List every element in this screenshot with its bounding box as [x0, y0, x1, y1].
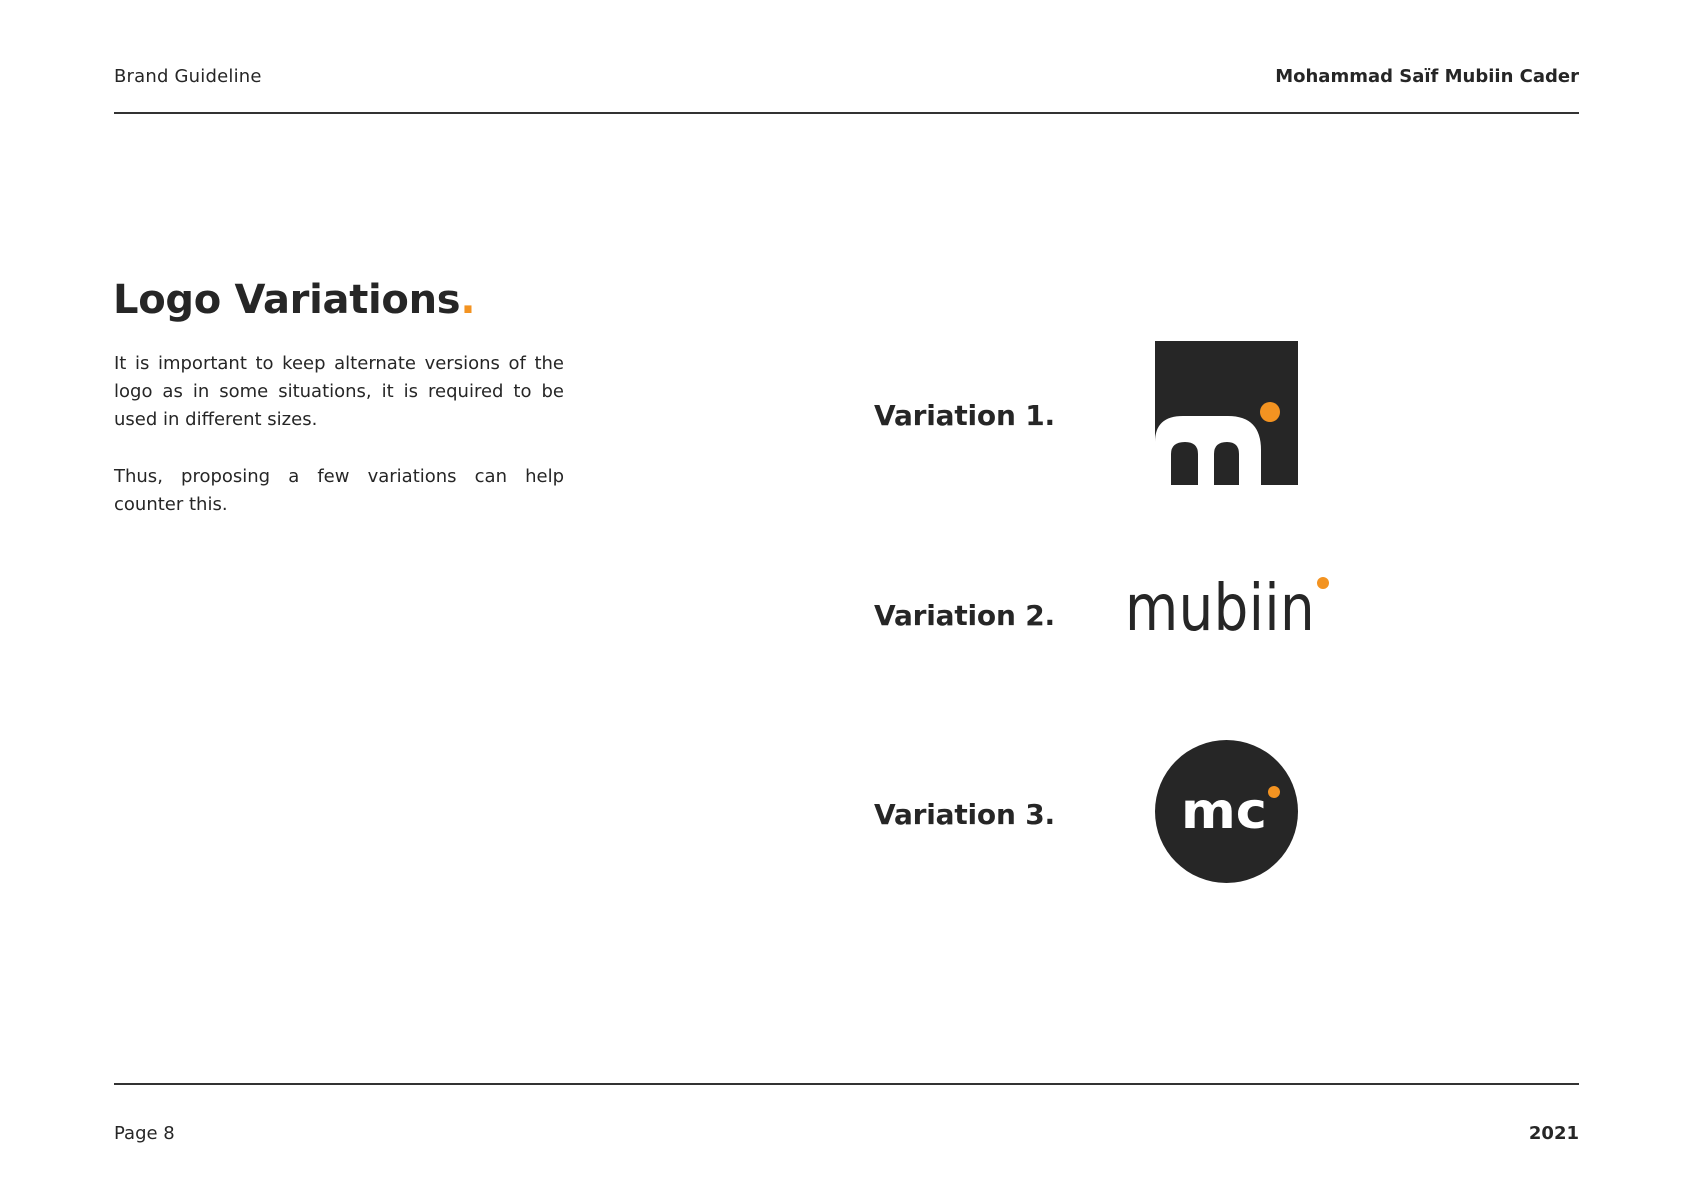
document-header-title: Brand Guideline [114, 66, 262, 87]
variation-3-label: Variation 3. [874, 798, 1055, 831]
page-title-text: Logo Variations [113, 277, 461, 323]
title-accent-dot: . [460, 277, 476, 323]
document-year: 2021 [1528, 1123, 1579, 1144]
m-square-mark-icon [1155, 341, 1298, 485]
page-title: Logo Variations. [113, 272, 476, 328]
mark-text: mc [1181, 782, 1267, 840]
variation-2-label: Variation 2. [874, 599, 1055, 632]
header-divider [114, 112, 1579, 114]
page-number: Page 8 [114, 1123, 175, 1144]
mubiin-wordmark: mubiin [1125, 576, 1329, 632]
document-author: Mohammad Saïf Mubiin Cader [1275, 66, 1579, 87]
proposal-paragraph: Thus, proposing a few variations can hel… [114, 466, 564, 515]
variation-1-label: Variation 1. [874, 399, 1055, 432]
wordmark-text: mubiin [1125, 576, 1315, 632]
mc-circle-mark-icon: mc [1155, 740, 1298, 883]
intro-paragraph: It is important to keep alternate versio… [114, 353, 564, 430]
footer-divider [114, 1083, 1579, 1085]
